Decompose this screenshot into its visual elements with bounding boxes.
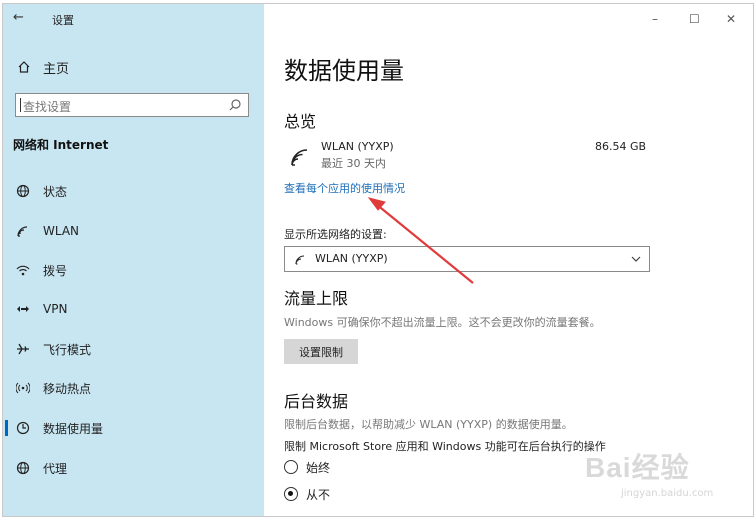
radio-circle bbox=[284, 460, 298, 474]
dialup-icon bbox=[15, 262, 31, 278]
home-nav[interactable]: 主页 bbox=[17, 57, 69, 77]
main-content: – ☐ ✕ 数据使用量 总览 WLAN (YYXP) 最近 30 天内 86.5… bbox=[264, 4, 753, 516]
limit-heading: 流量上限 bbox=[284, 289, 349, 308]
chevron-down-icon bbox=[631, 256, 641, 262]
sidebar-item-dialup[interactable]: 拨号 bbox=[3, 257, 264, 283]
globe-status-icon bbox=[15, 183, 31, 199]
sidebar-item-label: WLAN bbox=[43, 224, 80, 238]
sidebar-item-wlan[interactable]: WLAN bbox=[3, 218, 264, 244]
radio-never[interactable]: 从不 bbox=[284, 485, 330, 503]
wifi-icon bbox=[291, 149, 308, 166]
baidu-watermark: Bai经验 jingyan.baidu.com bbox=[581, 444, 746, 504]
search-icon[interactable] bbox=[228, 98, 242, 112]
watermark-logo: Bai经验 bbox=[585, 452, 690, 483]
app-title: 设置 bbox=[52, 14, 74, 27]
close-button[interactable]: ✕ bbox=[726, 12, 736, 26]
radio-label: 从不 bbox=[306, 487, 331, 502]
wifi-icon bbox=[295, 255, 305, 265]
overview-heading: 总览 bbox=[284, 112, 317, 131]
radio-dot bbox=[288, 491, 293, 496]
sidebar-item-label: 拨号 bbox=[43, 263, 68, 278]
radio-always[interactable]: 始终 bbox=[284, 458, 330, 476]
sidebar-item-airplane[interactable]: 飞行模式 bbox=[3, 336, 264, 362]
background-question: 限制 Microsoft Store 应用和 Windows 功能可在后台执行的… bbox=[284, 440, 606, 453]
sidebar-item-vpn[interactable]: VPN bbox=[3, 296, 264, 322]
network-name: WLAN (YYXP) bbox=[321, 140, 394, 153]
wifi-icon bbox=[15, 223, 31, 239]
title-bar: ← 设置 bbox=[3, 4, 264, 34]
radio-label: 始终 bbox=[306, 460, 331, 475]
maximize-button[interactable]: ☐ bbox=[689, 12, 700, 26]
airplane-icon bbox=[15, 341, 31, 357]
section-title: 网络和 Internet bbox=[13, 138, 109, 152]
network-select[interactable]: WLAN (YYXP) bbox=[284, 246, 650, 272]
search-input[interactable]: 查找设置 bbox=[15, 93, 249, 117]
sidebar-item-proxy[interactable]: 代理 bbox=[3, 455, 264, 481]
sidebar-item-label: VPN bbox=[43, 302, 68, 316]
sidebar-item-hotspot[interactable]: 移动热点 bbox=[3, 375, 264, 401]
sidebar-item-data-usage[interactable]: 数据使用量 bbox=[3, 415, 264, 441]
search-placeholder: 查找设置 bbox=[23, 100, 72, 114]
sidebar-item-label: 状态 bbox=[43, 184, 68, 199]
text-caret bbox=[20, 98, 21, 112]
set-limit-button[interactable]: 设置限制 bbox=[284, 339, 358, 364]
sidebar-item-status[interactable]: 状态 bbox=[3, 178, 264, 204]
background-heading: 后台数据 bbox=[284, 392, 349, 411]
minimize-button[interactable]: – bbox=[652, 12, 658, 26]
limit-description: Windows 可确保你不超出流量上限。这不会更改你的流量套餐。 bbox=[284, 316, 601, 329]
usage-period: 最近 30 天内 bbox=[321, 157, 386, 170]
hotspot-icon bbox=[15, 380, 31, 396]
sidebar-item-label: 移动热点 bbox=[43, 381, 92, 396]
active-indicator bbox=[5, 420, 8, 436]
network-select-label: 显示所选网络的设置: bbox=[284, 228, 387, 241]
background-description: 限制后台数据，以帮助减少 WLAN (YYXP) 的数据使用量。 bbox=[284, 418, 573, 431]
usage-amount: 86.54 GB bbox=[595, 140, 647, 153]
network-select-value: WLAN (YYXP) bbox=[315, 252, 388, 265]
sidebar-item-label: 代理 bbox=[43, 461, 68, 476]
settings-window: ← 设置 主页 查找设置 网络和 Internet 状态 WLAN 拨号 VPN… bbox=[2, 3, 754, 517]
sidebar-item-label: 数据使用量 bbox=[43, 421, 104, 436]
globe-proxy-icon bbox=[15, 460, 31, 476]
sidebar: ← 设置 主页 查找设置 网络和 Internet 状态 WLAN 拨号 VPN… bbox=[3, 4, 264, 516]
home-label: 主页 bbox=[43, 61, 70, 77]
watermark-url: jingyan.baidu.com bbox=[621, 488, 714, 499]
page-title: 数据使用量 bbox=[284, 57, 404, 85]
radio-circle-selected bbox=[284, 487, 298, 501]
per-app-usage-link[interactable]: 查看每个应用的使用情况 bbox=[284, 180, 405, 196]
vpn-icon bbox=[15, 301, 31, 317]
data-usage-icon bbox=[15, 420, 31, 436]
back-button[interactable]: ← bbox=[13, 10, 24, 25]
sidebar-item-label: 飞行模式 bbox=[43, 342, 92, 357]
home-icon bbox=[18, 61, 30, 73]
